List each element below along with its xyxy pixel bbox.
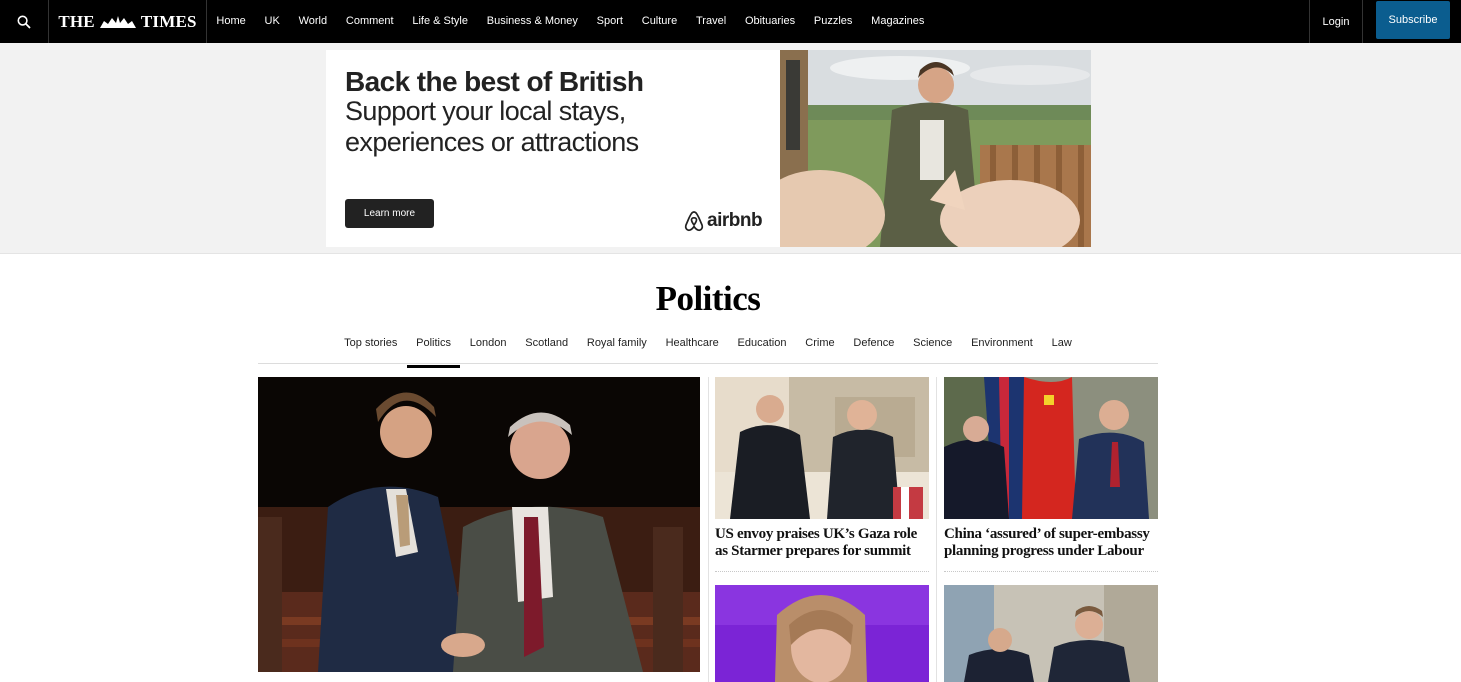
tab-top-stories[interactable]: Top stories xyxy=(335,327,407,363)
subscribe-button[interactable]: Subscribe xyxy=(1376,1,1450,39)
ad-learn-more-button[interactable]: Learn more xyxy=(345,199,434,228)
nav-world[interactable]: World xyxy=(289,0,336,43)
airbnb-wordmark: airbnb xyxy=(707,210,763,231)
airbnb-logo: airbnb xyxy=(684,210,763,232)
nav-magazines[interactable]: Magazines xyxy=(862,0,934,43)
airbnb-advert[interactable]: Back the best of British Support your lo… xyxy=(326,50,1091,247)
tab-politics[interactable]: Politics xyxy=(406,327,461,368)
main-nav: Home UK World Comment Life & Style Busin… xyxy=(207,0,934,43)
column-divider xyxy=(708,377,709,682)
tab-science[interactable]: Science xyxy=(904,327,962,363)
search-icon xyxy=(17,14,31,29)
nav-sport[interactable]: Sport xyxy=(587,0,632,43)
tab-crime[interactable]: Crime xyxy=(796,327,844,363)
search-button[interactable] xyxy=(0,0,49,43)
lead-story-photo[interactable] xyxy=(258,377,700,672)
logo-word-right: TIMES xyxy=(140,11,197,31)
nav-obituaries[interactable]: Obituaries xyxy=(736,0,805,43)
tab-environment[interactable]: Environment xyxy=(962,327,1043,363)
nav-puzzles[interactable]: Puzzles xyxy=(804,0,861,43)
tab-london[interactable]: London xyxy=(460,327,516,363)
article-divider xyxy=(715,571,929,572)
nav-comment[interactable]: Comment xyxy=(337,0,403,43)
ad-subline: Support your local stays, experiences or… xyxy=(345,96,639,157)
royal-crest-icon xyxy=(99,15,136,28)
tab-scotland[interactable]: Scotland xyxy=(516,327,578,363)
article-photo-street-walk[interactable] xyxy=(944,585,1158,682)
times-logo[interactable]: THE TIMES xyxy=(49,0,207,43)
column-divider xyxy=(936,377,937,682)
section-title: Politics xyxy=(655,279,761,318)
login-button[interactable]: Login xyxy=(1309,0,1363,43)
nav-culture[interactable]: Culture xyxy=(632,0,686,43)
tab-defence[interactable]: Defence xyxy=(844,327,904,363)
article-divider xyxy=(944,571,1158,572)
article-headline[interactable]: US envoy praises UK’s Gaza role as Starm… xyxy=(715,526,929,560)
nav-travel[interactable]: Travel xyxy=(687,0,736,43)
ad-photo-man-feeding-pigs xyxy=(780,50,1091,247)
article-photo-flags-leaders[interactable] xyxy=(944,377,1158,519)
top-navigation-bar: THE TIMES Home UK World Comment Life & S… xyxy=(0,0,1461,43)
article-photo-woman-speaking[interactable] xyxy=(715,585,929,682)
article-photo-leaders-meeting[interactable] xyxy=(715,377,929,519)
tab-education[interactable]: Education xyxy=(728,327,796,363)
airbnb-belo-icon xyxy=(684,211,704,232)
tab-healthcare[interactable]: Healthcare xyxy=(656,327,728,363)
section-tabs: Top stories Politics London Scotland Roy… xyxy=(258,327,1158,368)
tab-royal-family[interactable]: Royal family xyxy=(577,327,656,363)
advertisement-band: Back the best of British Support your lo… xyxy=(0,43,1461,254)
nav-business-money[interactable]: Business & Money xyxy=(477,0,587,43)
nav-uk[interactable]: UK xyxy=(255,0,289,43)
nav-life-style[interactable]: Life & Style xyxy=(403,0,477,43)
article-headline[interactable]: China ‘assured’ of super-embassy plannin… xyxy=(944,526,1158,560)
logo-word-left: THE xyxy=(58,11,95,31)
tab-law[interactable]: Law xyxy=(1042,327,1081,363)
ad-headline: Back the best of British xyxy=(345,66,644,97)
nav-home[interactable]: Home xyxy=(207,0,255,43)
